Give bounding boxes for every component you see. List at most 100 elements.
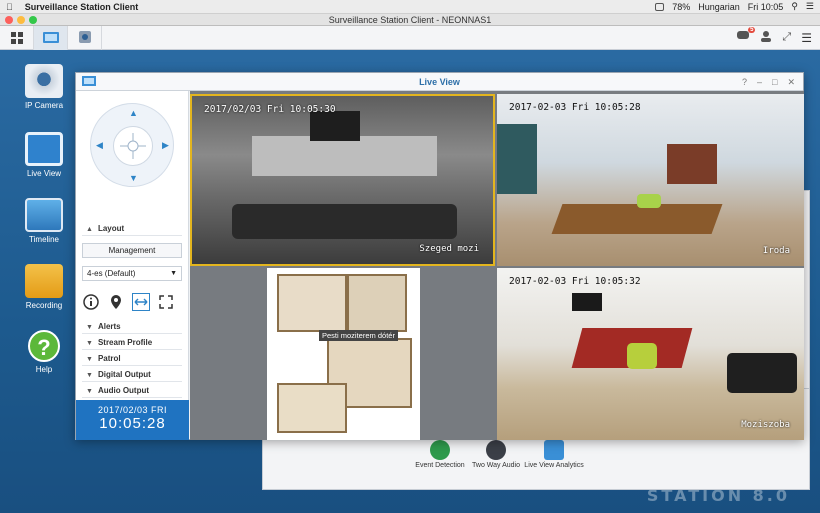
help-icon: ?: [28, 330, 60, 362]
control-sidebar: ▲ ▼ ◀ ▶ ▲ Layout Management 4-es (Default…: [76, 91, 189, 440]
live-view-icon: [25, 132, 63, 166]
map-room: [347, 274, 407, 332]
grid-menu-icon: [10, 31, 23, 44]
wall-shape: [497, 124, 537, 194]
window-controls: [5, 16, 37, 24]
ptz-up-icon[interactable]: ▲: [129, 108, 138, 118]
ptz-right-icon[interactable]: ▶: [162, 140, 169, 151]
info-icon[interactable]: [82, 293, 100, 311]
fit-width-icon[interactable]: [132, 293, 150, 311]
wifi-icon[interactable]: [655, 2, 665, 11]
live-view-analytics-button[interactable]: Live View Analytics: [524, 440, 584, 469]
management-button[interactable]: Management: [82, 243, 182, 258]
desktop-live-view[interactable]: Live View: [17, 132, 71, 178]
zoom-window-button[interactable]: [29, 16, 37, 24]
layout-section-header[interactable]: ▲ Layout: [82, 221, 182, 236]
layout-select[interactable]: 4-es (Default) ▼: [82, 266, 182, 281]
menu-app-name[interactable]: Surveillance Station Client: [25, 2, 139, 12]
close-button[interactable]: ✕: [787, 73, 795, 91]
live-view-window-icon: [82, 76, 96, 86]
counter-shape: [667, 144, 717, 184]
two-way-audio-button[interactable]: Two Way Audio: [466, 440, 526, 469]
camera-timestamp: 2017-02-03 Fri 10:05:32: [509, 276, 641, 287]
camera-timestamp: 2017/02/03 Fri 10:05:30: [204, 104, 336, 115]
layout-select-value: 4-es (Default): [87, 269, 136, 278]
view-tools: [82, 293, 175, 311]
recording-icon: [25, 264, 63, 298]
patrol-section[interactable]: ▼ Patrol: [82, 351, 182, 366]
menu-list-icon[interactable]: ☰: [806, 1, 814, 12]
live-view-analytics-icon: [544, 440, 564, 460]
language-indicator[interactable]: Hungarian: [698, 2, 740, 12]
camera-tile-moziszoba[interactable]: 2017-02-03 Fri 10:05:32 Moziszoba: [497, 268, 804, 440]
desktop-timeline[interactable]: Timeline: [17, 198, 71, 244]
live-view-window: Live View ? – □ ✕ ▲ ▼ ◀ ▶ ▲ Layout Manage…: [75, 72, 804, 440]
room-wall: [252, 136, 437, 176]
feature-label: Live View Analytics: [524, 462, 584, 469]
desktop-recording[interactable]: Recording: [17, 264, 71, 310]
desktop-icon-label: Live View: [26, 169, 62, 178]
section-label: Alerts: [97, 322, 121, 331]
desktop-icon-label: Help: [35, 365, 53, 374]
window-title: Surveillance Station Client - NEONNAS1: [328, 15, 492, 25]
sofa-shape: [232, 204, 457, 239]
sidebar-clock: 2017/02/03 FRI 10:05:28: [76, 400, 189, 440]
section-label: Audio Output: [97, 386, 150, 395]
battery-percent[interactable]: 78%: [672, 2, 690, 12]
feature-label: Two Way Audio: [472, 462, 520, 469]
ip-camera-icon: [25, 64, 63, 98]
fullscreen-icon[interactable]: ⤢: [782, 31, 791, 44]
desk-shape: [551, 204, 723, 234]
search-icon[interactable]: ⚲: [791, 1, 798, 12]
clock-date: 2017/02/03 FRI: [97, 405, 168, 415]
fullscreen-view-icon[interactable]: [157, 293, 175, 311]
timeline-icon: [25, 198, 63, 232]
close-window-button[interactable]: [5, 16, 13, 24]
main-menu-button[interactable]: [0, 25, 34, 50]
apple-icon[interactable]: : [6, 2, 13, 12]
help-button[interactable]: ?: [742, 73, 747, 91]
desktop-help[interactable]: ? Help: [17, 330, 71, 374]
minimize-window-button[interactable]: [17, 16, 25, 24]
camera-tile-iroda[interactable]: 2017-02-03 Fri 10:05:28 Iroda: [497, 94, 804, 266]
two-way-audio-icon: [486, 440, 506, 460]
event-detection-button[interactable]: Event Detection: [410, 440, 470, 469]
ptz-center[interactable]: [113, 126, 153, 166]
minimize-button[interactable]: –: [757, 73, 762, 91]
audio-output-section[interactable]: ▼ Audio Output: [82, 383, 182, 398]
notifications-button[interactable]: 5: [736, 27, 756, 45]
desktop-icon-label: Timeline: [29, 235, 59, 244]
camera-tile-szeged[interactable]: 2017/02/03 Fri 10:05:30 Szeged mozi: [190, 94, 495, 266]
sofa-shape: [727, 353, 797, 393]
stream-profile-section[interactable]: ▼ Stream Profile: [82, 335, 182, 350]
desktop-ip-camera[interactable]: IP Camera: [17, 64, 71, 110]
section-label: Patrol: [97, 354, 121, 363]
clock-time: 10:05:28: [99, 415, 166, 432]
camera-name: Iroda: [762, 246, 790, 256]
menu-bar:  Surveillance Station Client 78% Hungar…: [0, 0, 820, 14]
ptz-down-icon[interactable]: ▼: [129, 173, 138, 183]
live-view-tab-icon: [42, 31, 59, 43]
live-view-titlebar[interactable]: Live View ? – □ ✕: [76, 73, 803, 91]
map-pin-icon[interactable]: [107, 293, 125, 311]
live-view-tab[interactable]: [34, 25, 68, 50]
floor-map[interactable]: Pesti moziterem dótér: [267, 268, 420, 440]
chevron-down-icon: ▼: [170, 270, 177, 277]
tv-shape: [310, 111, 360, 141]
alerts-section[interactable]: ▼ Alerts: [82, 319, 182, 334]
ptz-left-icon[interactable]: ◀: [96, 140, 103, 151]
tv-shape: [572, 293, 602, 311]
hamburger-menu-icon[interactable]: ☰: [801, 31, 812, 45]
ip-camera-tab[interactable]: [68, 25, 102, 50]
camera-name: Szeged mozi: [419, 244, 479, 254]
ptz-control[interactable]: ▲ ▼ ◀ ▶: [90, 103, 174, 187]
user-icon[interactable]: [760, 30, 772, 45]
menu-status-area: 78% Hungarian Fri 10:05 ⚲ ☰: [655, 1, 814, 12]
menu-clock[interactable]: Fri 10:05: [748, 2, 784, 12]
digital-output-section[interactable]: ▼ Digital Output: [82, 367, 182, 382]
armchair-shape: [627, 343, 657, 369]
ip-camera-tab-icon: [78, 30, 91, 43]
maximize-button[interactable]: □: [772, 73, 777, 91]
desktop-icon-label: Recording: [25, 301, 63, 310]
toolbar-right: 5 ⤢ ☰: [736, 27, 820, 45]
